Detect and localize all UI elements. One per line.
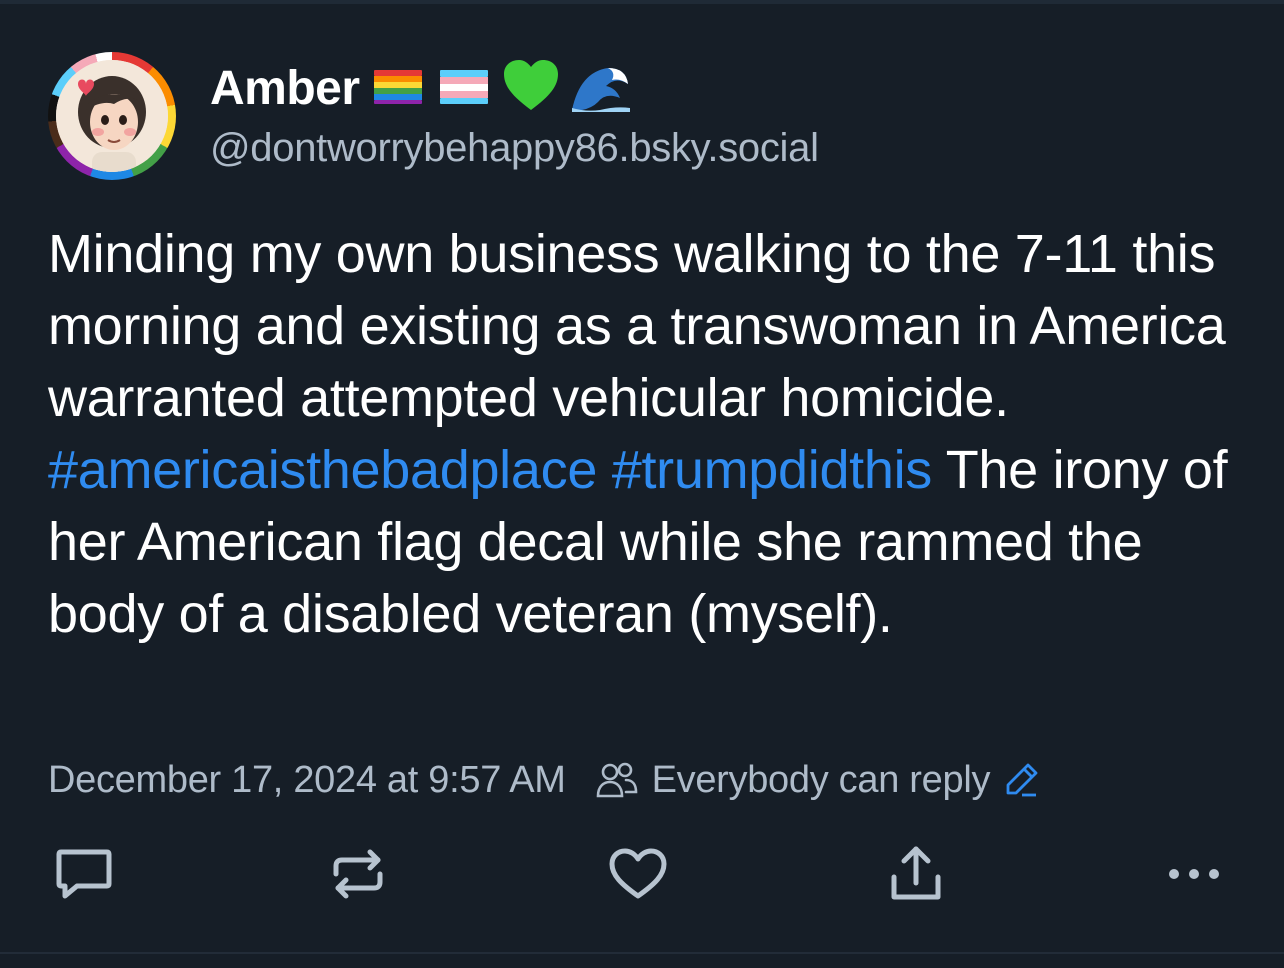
share-icon bbox=[886, 843, 946, 910]
hashtag-link[interactable]: #americaisthebadplace bbox=[48, 440, 597, 500]
wave-icon bbox=[570, 58, 632, 119]
repost-icon bbox=[328, 844, 388, 909]
post-body: Minding my own business walking to the 7… bbox=[48, 218, 1248, 650]
bottom-divider bbox=[0, 952, 1284, 968]
top-divider bbox=[0, 0, 1284, 4]
avatar-image bbox=[56, 60, 168, 172]
people-icon bbox=[596, 760, 638, 800]
post-actions bbox=[48, 840, 1228, 912]
author-handle[interactable]: @dontworrybehappy86.bsky.social bbox=[210, 126, 819, 171]
reply-setting[interactable]: Everybody can reply bbox=[652, 759, 991, 802]
speech-bubble-icon bbox=[53, 846, 115, 907]
like-button[interactable] bbox=[602, 840, 674, 912]
rainbow-flag-icon bbox=[370, 66, 426, 111]
post-meta: December 17, 2024 at 9:57 AM Everybody c… bbox=[48, 752, 1040, 808]
repost-button[interactable] bbox=[322, 840, 394, 912]
post-timestamp[interactable]: December 17, 2024 at 9:57 AM bbox=[48, 759, 566, 802]
post-text-part bbox=[597, 440, 612, 500]
heart-icon bbox=[607, 846, 669, 907]
pencil-icon[interactable] bbox=[1002, 761, 1040, 799]
post-text-part: Minding my own business walking to the 7… bbox=[48, 224, 1226, 428]
share-button[interactable] bbox=[880, 840, 952, 912]
more-options-button[interactable] bbox=[1158, 840, 1230, 912]
author-avatar[interactable] bbox=[48, 52, 176, 180]
green-heart-icon bbox=[502, 58, 560, 119]
author-name-row: Amber bbox=[210, 58, 632, 118]
reply-button[interactable] bbox=[48, 840, 120, 912]
more-icon bbox=[1164, 864, 1224, 889]
hashtag-link[interactable]: #trumpdidthis bbox=[612, 440, 933, 500]
transgender-flag-icon bbox=[436, 66, 492, 111]
author-display-name[interactable]: Amber bbox=[210, 61, 360, 116]
